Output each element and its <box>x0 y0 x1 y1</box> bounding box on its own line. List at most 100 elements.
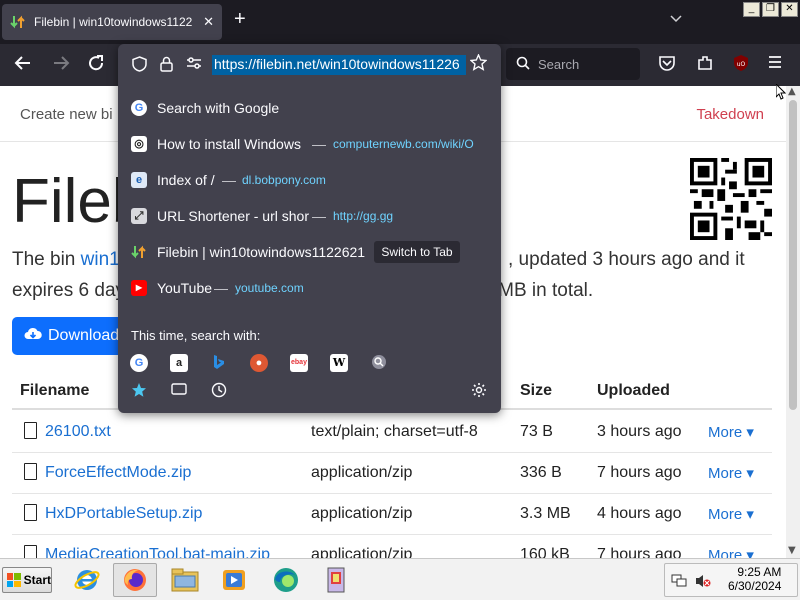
extensions-icon[interactable] <box>696 54 714 77</box>
duckduckgo-icon[interactable]: ● <box>250 354 268 372</box>
reload-icon[interactable] <box>87 54 105 77</box>
start-button[interactable]: Start <box>2 567 52 593</box>
header-uploaded: Uploaded <box>597 382 670 399</box>
search-engine-icon[interactable] <box>370 354 388 372</box>
scroll-up-icon[interactable]: ▲ <box>788 86 796 97</box>
tab-title: Filebin | win10towindows11226 <box>34 15 194 29</box>
file-explorer-icon[interactable] <box>163 563 207 597</box>
more-dropdown[interactable]: More ▾ <box>708 464 754 482</box>
suggestion-separator: — <box>222 172 236 188</box>
ie-page-icon: e <box>131 172 147 188</box>
bookmark-star-icon[interactable] <box>469 53 488 76</box>
suggestion-history[interactable]: ▶ YouTube — youtube.com <box>118 270 501 306</box>
download-button[interactable]: Download <box>12 317 132 355</box>
suggestion-history[interactable]: e Index of / — dl.bobpony.com <box>118 162 501 198</box>
takedown-link[interactable]: Takedown <box>696 106 764 123</box>
download-label: Download <box>48 327 120 344</box>
clock[interactable]: 9:25 AM 6/30/2024 <box>728 565 781 593</box>
file-type: text/plain; charset=utf-8 <box>311 423 478 440</box>
tracking-protection-shield-icon[interactable] <box>132 56 147 76</box>
file-icon <box>24 545 37 558</box>
close-window-button[interactable]: ✕ <box>781 2 798 17</box>
search-icon <box>516 56 530 73</box>
url-bar[interactable]: https://filebin.net/win10towindows11226 <box>118 44 501 86</box>
app-installer-icon[interactable] <box>314 563 358 597</box>
restore-window-button[interactable]: ❐ <box>762 2 779 17</box>
google-icon: G <box>131 100 147 116</box>
search-settings-gear-icon[interactable] <box>470 382 488 400</box>
page-scrollbar[interactable]: ▲ ▼ <box>786 86 800 558</box>
link-icon: ⤢ <box>131 208 147 224</box>
this-time-search-with-label: This time, search with: <box>131 328 261 343</box>
cloud-download-icon <box>24 327 42 345</box>
start-label: Start <box>23 573 51 587</box>
url-text-selected[interactable]: https://filebin.net/win10towindows11226 <box>212 55 466 75</box>
file-size: 3.3 MB <box>520 505 571 522</box>
qr-code <box>690 158 772 240</box>
file-icon <box>24 463 37 480</box>
amazon-icon[interactable]: a <box>170 354 188 372</box>
suggestion-open-tab[interactable]: Filebin | win10towindows1122621 Switch t… <box>118 234 501 270</box>
more-dropdown[interactable]: More ▾ <box>708 505 754 523</box>
suggestion-title: Index of / <box>157 172 215 188</box>
suggestion-title: How to install Windows <box>157 136 301 152</box>
scrollbar-thumb[interactable] <box>789 100 797 410</box>
edge-browser-icon[interactable] <box>264 563 308 597</box>
ebay-icon[interactable]: ebay <box>290 354 308 372</box>
file-name-link[interactable]: ForceEffectMode.zip <box>45 464 191 482</box>
suggestion-history[interactable]: ⤢ URL Shortener - url shor — http://gg.g… <box>118 198 501 234</box>
file-name-link[interactable]: 26100.txt <box>45 423 111 441</box>
bin-link[interactable]: win1 <box>81 249 120 270</box>
svg-text:uO: uO <box>737 61 746 68</box>
permissions-icon[interactable] <box>186 56 202 74</box>
minimize-window-button[interactable]: _ <box>743 2 760 17</box>
search-bar[interactable]: Search <box>506 48 640 80</box>
suggestion-history[interactable]: ◎ How to install Windows — computernewb.… <box>118 126 501 162</box>
urlbar-dropdown: https://filebin.net/win10towindows11226 … <box>118 44 501 413</box>
suggestion-url: computernewb.com/wiki/O <box>333 137 474 151</box>
suggestion-title: YouTube <box>157 280 213 296</box>
more-dropdown[interactable]: More ▾ <box>708 423 754 441</box>
file-name-link[interactable]: HxDPortableSetup.zip <box>45 505 202 523</box>
pocket-icon[interactable] <box>658 54 676 77</box>
ublock-origin-icon[interactable]: uO <box>732 54 750 77</box>
scroll-down-icon[interactable]: ▼ <box>788 545 796 556</box>
new-tab-button[interactable]: + <box>234 8 246 31</box>
file-uploaded: 7 hours ago <box>597 464 682 481</box>
suggestion-search-google[interactable]: G Search with Google <box>118 90 501 126</box>
suggestion-separator: — <box>312 208 326 224</box>
app-menu-icon[interactable] <box>767 54 783 75</box>
firefox-taskbar-icon[interactable] <box>113 563 157 597</box>
suggestion-title: URL Shortener - url shor <box>157 208 309 224</box>
google-icon[interactable]: G <box>130 354 148 372</box>
bing-icon[interactable] <box>210 354 228 372</box>
create-new-bin-link[interactable]: Create new bi <box>20 106 113 123</box>
table-row: 26100.txt text/plain; charset=utf-8 73 B… <box>12 412 772 453</box>
file-size: 73 B <box>520 423 553 440</box>
switch-to-tab-button[interactable]: Switch to Tab <box>374 241 460 263</box>
wikipedia-icon[interactable]: W <box>330 354 348 372</box>
computernewb-icon: ◎ <box>131 136 147 152</box>
suggestion-url: dl.bobpony.com <box>242 173 326 187</box>
table-row: HxDPortableSetup.zip application/zip 3.3… <box>12 494 772 535</box>
more-dropdown[interactable]: More ▾ <box>708 546 754 558</box>
file-icon <box>24 422 37 439</box>
tab-close-icon[interactable]: ✕ <box>203 15 214 30</box>
internet-explorer-icon[interactable] <box>65 563 109 597</box>
volume-muted-icon[interactable] <box>695 573 711 593</box>
file-size: 160 kB <box>520 546 570 558</box>
media-player-icon[interactable] <box>212 563 256 597</box>
clock-date: 6/30/2024 <box>728 579 782 593</box>
file-name-link[interactable]: MediaCreationTool.bat-main.zip <box>45 546 270 558</box>
bookmarks-search-star-icon[interactable] <box>130 382 148 400</box>
back-icon[interactable] <box>14 54 32 77</box>
header-filename: Filename <box>20 382 90 399</box>
network-icon[interactable] <box>671 573 687 593</box>
file-type: application/zip <box>311 464 413 481</box>
tab-filebin[interactable]: Filebin | win10towindows11226 ✕ <box>2 4 222 40</box>
forward-icon[interactable] <box>52 54 70 77</box>
lock-icon[interactable] <box>160 56 173 76</box>
tabs-search-icon[interactable] <box>170 382 188 400</box>
list-all-tabs-icon[interactable] <box>670 12 682 26</box>
history-search-clock-icon[interactable] <box>210 382 228 400</box>
